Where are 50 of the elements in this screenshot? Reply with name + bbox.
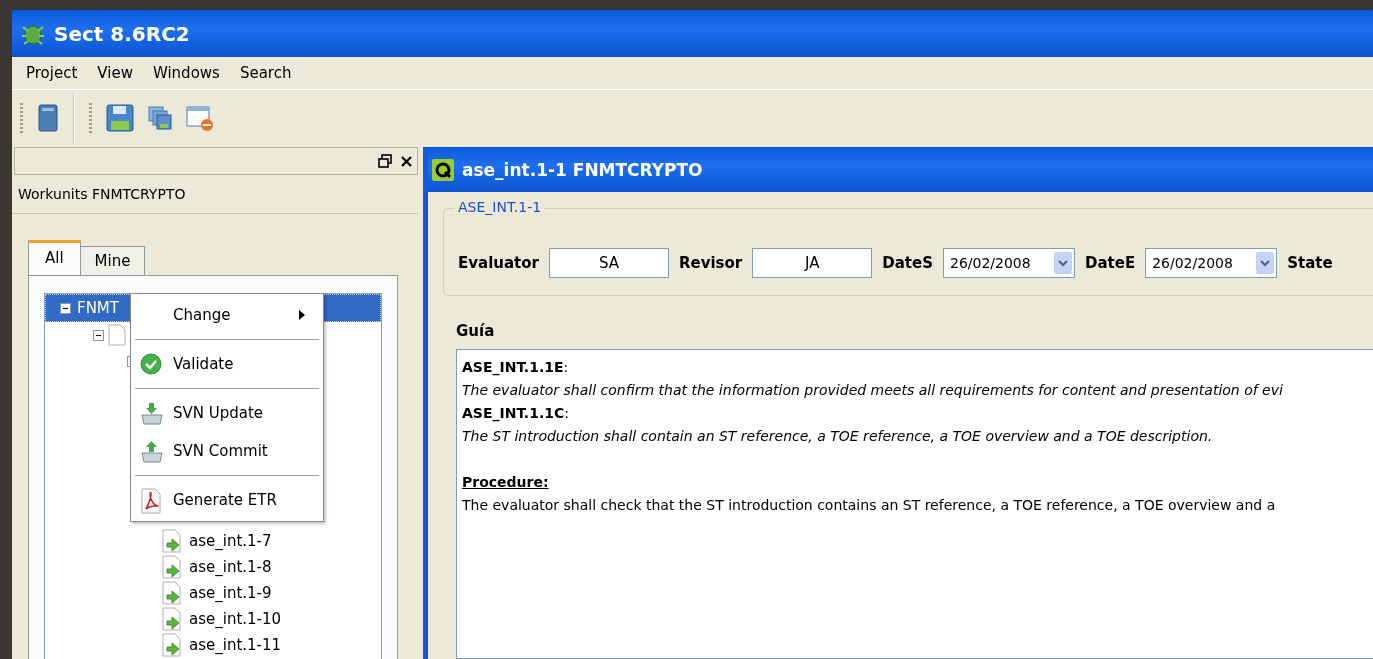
date-dropdown[interactable]: 26/02/2008 xyxy=(943,248,1075,278)
title-bar: Sect 8.6RC2 xyxy=(12,10,1373,57)
menu-entry[interactable]: Change xyxy=(133,296,321,334)
window-title-bar: ase_int.1-1 FNMTCRYPTO xyxy=(428,147,1373,192)
document-arrow-icon xyxy=(161,529,183,553)
date-dropdown[interactable]: 26/02/2008 xyxy=(1145,248,1278,278)
group-title: ASE_INT.1-1 xyxy=(454,199,546,215)
field-label: DateS xyxy=(882,254,933,272)
collapse-icon[interactable] xyxy=(60,302,71,314)
field-label: State xyxy=(1287,254,1333,272)
field-label: DateE xyxy=(1085,254,1136,272)
document-icon xyxy=(108,324,126,346)
menu-item[interactable]: Search xyxy=(229,61,302,85)
tree-row[interactable]: ase_int.1-7 xyxy=(45,528,381,554)
save-icon[interactable] xyxy=(106,103,134,132)
save-all-icon[interactable] xyxy=(148,105,172,130)
tree-row[interactable]: ase_int.1-10 xyxy=(45,606,381,632)
document-arrow-icon xyxy=(161,581,183,605)
close-window-icon[interactable] xyxy=(186,103,214,132)
document-arrow-icon xyxy=(161,555,183,579)
field-label: Evaluator xyxy=(458,254,539,272)
field-label: Revisor xyxy=(678,254,743,272)
tab[interactable]: Mine xyxy=(79,246,146,275)
document-arrow-icon xyxy=(161,607,183,631)
menu-entry[interactable]: SVN Commit xyxy=(133,432,321,470)
panel-title: Workunits FNMTCRYPTO xyxy=(18,186,186,202)
menu-item[interactable]: View xyxy=(87,61,143,85)
menu-entry[interactable]: SVN Update xyxy=(133,394,321,432)
close-icon[interactable] xyxy=(400,154,413,168)
menu-item[interactable]: Project xyxy=(16,61,88,85)
menu-entry[interactable]: Generate ETR xyxy=(133,481,321,519)
check-icon xyxy=(139,352,163,376)
tree-row[interactable]: ase_int.1-8 xyxy=(45,554,381,580)
tab[interactable]: All xyxy=(28,240,81,275)
tree-row[interactable]: ase_int.1-11 xyxy=(45,632,381,658)
pdf-icon xyxy=(139,488,163,514)
text-field[interactable]: JA xyxy=(752,248,873,278)
book-icon[interactable] xyxy=(37,103,59,132)
restore-icon[interactable] xyxy=(378,154,392,168)
menu-item[interactable]: Windows xyxy=(142,61,230,85)
app-icon xyxy=(432,158,454,181)
menu-entry[interactable]: Validate xyxy=(133,345,321,383)
upload-basket-icon xyxy=(139,439,165,465)
collapse-icon[interactable] xyxy=(93,329,104,341)
section-label: Guía xyxy=(456,322,495,340)
download-basket-icon xyxy=(139,401,165,427)
text-field[interactable]: SA xyxy=(548,248,669,278)
submenu-arrow-icon xyxy=(299,310,305,320)
text-area[interactable]: ASE_INT.1.1E: The evaluator shall confirm that the information provided meets all requirements for content and presentation of evi ASE_INT.1.1C: The ST introduction shall contain an ST reference, a TOE reference, a TOE overview and a TOE description. Procedure: The evaluator shall check that the ST introduction contains an ST reference, a TOE reference, a TOE overview and a xyxy=(456,349,1373,659)
tree-row[interactable]: ase_int.1-9 xyxy=(45,580,381,606)
